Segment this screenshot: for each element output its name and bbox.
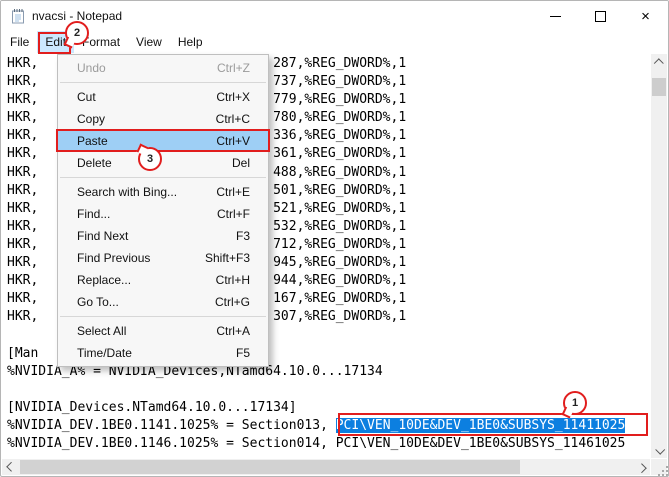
maximize-icon	[595, 10, 606, 22]
menu-item-shortcut: Ctrl+F	[217, 207, 250, 221]
window-controls: ×	[533, 1, 668, 31]
menu-item-label: Search with Bing...	[77, 185, 178, 199]
chevron-left-icon	[5, 461, 16, 472]
menu-item-label: Undo	[77, 61, 106, 75]
annotation-step-3: 3	[138, 147, 162, 171]
menu-item-label: Find...	[77, 207, 111, 221]
annotation-box-selection	[338, 413, 648, 436]
menu-bar: File Edit Format View Help	[1, 31, 668, 53]
menu-item-shortcut: Shift+F3	[204, 251, 250, 265]
menu-item-cut[interactable]: Cut Ctrl+X	[58, 86, 268, 108]
menu-separator	[60, 177, 266, 178]
chevron-up-icon	[653, 57, 664, 68]
menubar-item-view[interactable]: View	[128, 31, 170, 53]
annotation-step-2: 2	[65, 21, 89, 45]
menu-item-copy[interactable]: Copy Ctrl+C	[58, 108, 268, 130]
menu-item-shortcut: Del	[231, 156, 250, 170]
scroll-down-arrow[interactable]	[651, 442, 667, 458]
menu-item-go-to[interactable]: Go To... Ctrl+G	[58, 291, 268, 313]
menu-item-label: Cut	[77, 90, 96, 104]
menu-item-shortcut: Ctrl+A	[216, 324, 250, 338]
chevron-right-icon	[636, 462, 647, 473]
resize-grip[interactable]	[651, 459, 667, 475]
menu-item-shortcut: Ctrl+E	[216, 185, 250, 199]
annotation-step-1: 1	[563, 391, 587, 415]
menu-item-label: Copy	[77, 112, 106, 126]
scroll-up-arrow[interactable]	[651, 54, 667, 70]
menu-item-label: Replace...	[77, 273, 132, 287]
menubar-label: Help	[177, 35, 203, 49]
menu-item-replace[interactable]: Replace... Ctrl+H	[58, 269, 268, 291]
menu-item-delete[interactable]: Delete Del	[58, 152, 268, 174]
menu-item-label: Delete	[77, 156, 112, 170]
menu-item-label: Select All	[77, 324, 127, 338]
menubar-label: File	[10, 35, 30, 49]
menu-item-label: Find Previous	[77, 251, 151, 265]
vertical-scrollbar[interactable]	[651, 54, 667, 458]
notepad-icon	[12, 9, 24, 24]
menu-item-shortcut: Ctrl+X	[216, 90, 250, 104]
menu-item-find-previous[interactable]: Find Previous Shift+F3	[58, 247, 268, 269]
menu-item-shortcut: Ctrl+Z	[217, 61, 250, 75]
menu-item-shortcut: Ctrl+H	[215, 273, 250, 287]
scroll-left-arrow[interactable]	[2, 459, 18, 475]
minimize-button[interactable]	[533, 1, 578, 31]
notepad-window: nvacsi - Notepad × File Edit Format View…	[0, 0, 669, 477]
scroll-right-arrow[interactable]	[634, 459, 650, 475]
menu-item-label: Find Next	[77, 229, 129, 243]
menu-item-undo[interactable]: Undo Ctrl+Z	[58, 57, 268, 79]
menubar-item-help[interactable]: Help	[170, 31, 211, 53]
menu-item-label: Go To...	[77, 295, 119, 309]
menu-item-find[interactable]: Find... Ctrl+F	[58, 203, 268, 225]
menu-item-time-date[interactable]: Time/Date F5	[58, 342, 268, 364]
edit-menu-dropdown: Undo Ctrl+Z Cut Ctrl+X Copy Ctrl+C Paste Ctr…	[57, 54, 269, 367]
menu-separator	[60, 316, 266, 317]
device-line-2: %NVIDIA_DEV.1BE0.1146.1025% = Section014…	[7, 435, 626, 451]
menu-item-select-all[interactable]: Select All Ctrl+A	[58, 320, 268, 342]
chevron-down-icon	[654, 444, 665, 455]
menubar-label: View	[136, 35, 162, 49]
annotation-box-paste	[56, 129, 270, 152]
menu-item-shortcut: F5	[235, 346, 250, 360]
close-button[interactable]: ×	[623, 1, 668, 31]
menu-item-shortcut: Ctrl+C	[215, 112, 250, 126]
minimize-icon	[550, 15, 561, 17]
horizontal-scrollbar[interactable]	[2, 459, 650, 475]
menu-item-label: Time/Date	[77, 346, 132, 360]
maximize-button[interactable]	[578, 1, 623, 31]
menu-item-shortcut: Ctrl+G	[214, 295, 250, 309]
close-icon: ×	[641, 7, 650, 25]
menubar-item-file[interactable]: File	[2, 31, 37, 53]
vertical-scroll-thumb[interactable]	[652, 78, 666, 96]
title-bar: nvacsi - Notepad ×	[1, 1, 668, 31]
menu-separator	[60, 82, 266, 83]
menu-item-search-with-bing[interactable]: Search with Bing... Ctrl+E	[58, 181, 268, 203]
menu-item-shortcut: F3	[235, 229, 250, 243]
device-line-prefix: %NVIDIA_DEV.1BE0.1141.1025% = Section013…	[7, 417, 336, 433]
menu-item-find-next[interactable]: Find Next F3	[58, 225, 268, 247]
resize-grip-dots	[662, 470, 664, 472]
horizontal-scroll-thumb[interactable]	[20, 460, 520, 474]
